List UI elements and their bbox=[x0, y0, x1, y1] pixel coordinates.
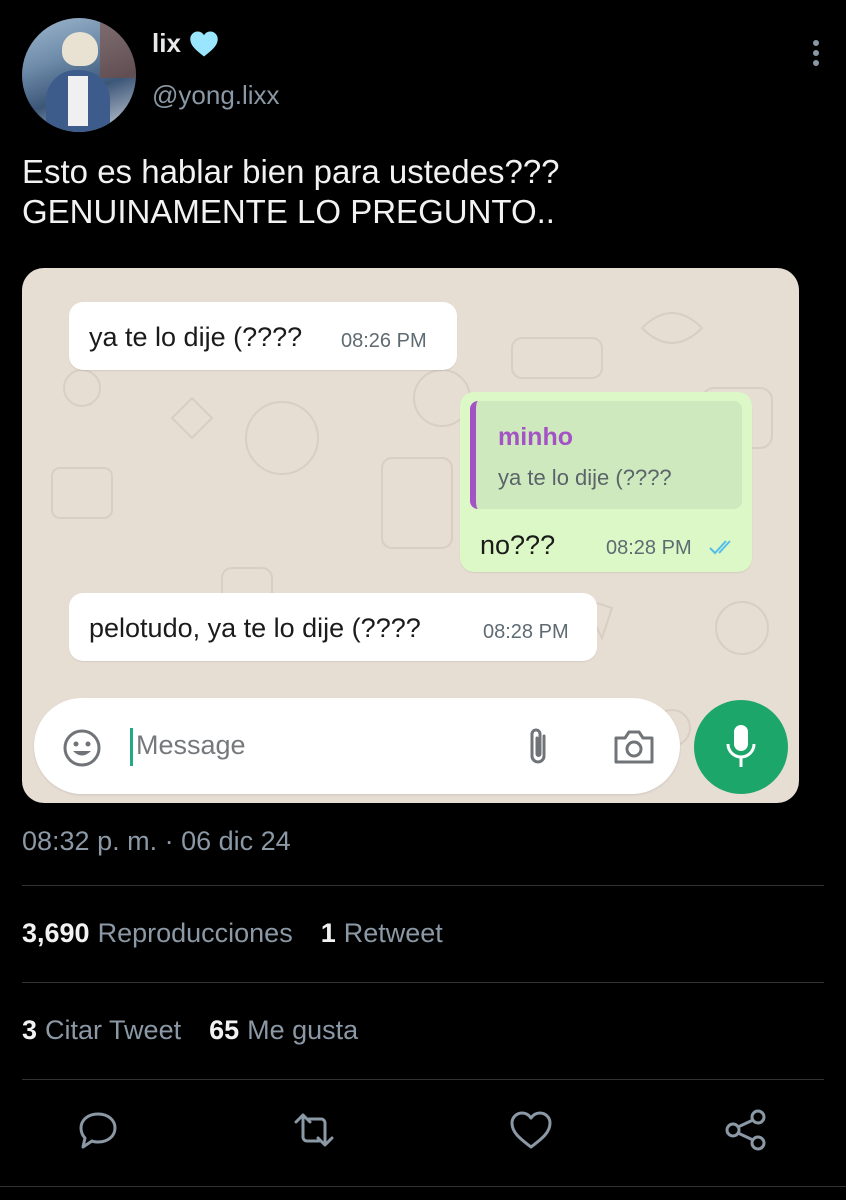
message-text: ya te lo dije (???? bbox=[89, 322, 303, 352]
microphone-icon bbox=[726, 725, 756, 767]
text-cursor bbox=[130, 728, 133, 766]
author-name[interactable]: lix bbox=[152, 28, 181, 59]
stats-row-1: 3,690 Reproducciones 1 Retweet bbox=[22, 918, 443, 949]
tweet-text: Esto es hablar bien para ustedes??? GENU… bbox=[22, 152, 812, 232]
message-time: 08:28 PM bbox=[606, 537, 692, 559]
tweet-text-line-1: Esto es hablar bien para ustedes??? bbox=[22, 153, 560, 190]
avatar[interactable] bbox=[22, 18, 136, 132]
attach-icon[interactable] bbox=[524, 726, 554, 768]
tweet-header: lix @yong.lixx bbox=[22, 18, 822, 133]
message-text: pelotudo, ya te lo dije (???? bbox=[89, 613, 421, 643]
more-options-icon[interactable] bbox=[810, 40, 822, 70]
author-name-row[interactable]: lix bbox=[152, 28, 219, 59]
quotes-stat[interactable]: 3 Citar Tweet bbox=[22, 1015, 181, 1046]
like-icon[interactable] bbox=[509, 1108, 553, 1152]
likes-count: 65 bbox=[209, 1015, 240, 1045]
tweet-text-line-2: GENUINAMENTE LO PREGUNTO.. bbox=[22, 193, 555, 230]
message-time: 08:26 PM bbox=[341, 330, 427, 352]
stats-row-2: 3 Citar Tweet 65 Me gusta bbox=[22, 1015, 358, 1046]
tweet-timestamp[interactable]: 08:32 p. m. · 06 dic 24 bbox=[22, 826, 291, 857]
retweets-label: Retweet bbox=[343, 918, 443, 948]
retweets-stat[interactable]: 1 Retweet bbox=[321, 918, 443, 949]
avatar-head bbox=[62, 32, 98, 66]
incoming-message[interactable]: pelotudo, ya te lo dije (???? 08:28 PM bbox=[69, 593, 597, 661]
author-handle[interactable]: @yong.lixx bbox=[152, 80, 280, 111]
views-label: Reproducciones bbox=[97, 918, 293, 948]
emoji-icon[interactable] bbox=[62, 728, 102, 768]
retweets-count: 1 bbox=[320, 918, 336, 948]
views-count: 3,690 bbox=[22, 918, 90, 948]
mic-button[interactable] bbox=[694, 700, 788, 794]
tweet-media-image[interactable]: ya te lo dije (???? 08:26 PM minho ya te… bbox=[22, 268, 799, 803]
likes-stat[interactable]: 65 Me gusta bbox=[209, 1015, 358, 1046]
incoming-message[interactable]: ya te lo dije (???? 08:26 PM bbox=[69, 302, 457, 370]
quotes-count: 3 bbox=[22, 1015, 38, 1045]
reply-icon[interactable] bbox=[76, 1108, 120, 1152]
message-text: no??? bbox=[480, 530, 556, 560]
light-blue-heart-icon bbox=[190, 31, 218, 56]
divider bbox=[0, 1186, 846, 1187]
avatar-shirt bbox=[68, 76, 88, 126]
message-input[interactable]: Message bbox=[136, 730, 246, 761]
divider bbox=[22, 982, 824, 983]
quoted-sender-name: minho bbox=[498, 423, 573, 451]
message-input-bar[interactable]: Message bbox=[34, 698, 680, 794]
read-ticks-icon bbox=[709, 540, 731, 555]
retweet-icon[interactable] bbox=[292, 1108, 336, 1152]
views-stat[interactable]: 3,690 Reproducciones bbox=[22, 918, 293, 949]
camera-icon[interactable] bbox=[612, 728, 656, 766]
quotes-label: Citar Tweet bbox=[45, 1015, 182, 1045]
avatar-background bbox=[100, 18, 136, 78]
quoted-reply[interactable]: minho ya te lo dije (???? bbox=[470, 401, 742, 509]
share-icon[interactable] bbox=[724, 1108, 768, 1152]
outgoing-message[interactable]: minho ya te lo dije (???? no??? 08:28 PM bbox=[460, 392, 752, 572]
divider bbox=[22, 885, 824, 886]
message-time: 08:28 PM bbox=[483, 621, 569, 643]
quoted-message-text: ya te lo dije (???? bbox=[498, 465, 672, 490]
divider bbox=[22, 1079, 824, 1080]
likes-label: Me gusta bbox=[247, 1015, 359, 1045]
tweet-action-bar bbox=[0, 1108, 846, 1156]
